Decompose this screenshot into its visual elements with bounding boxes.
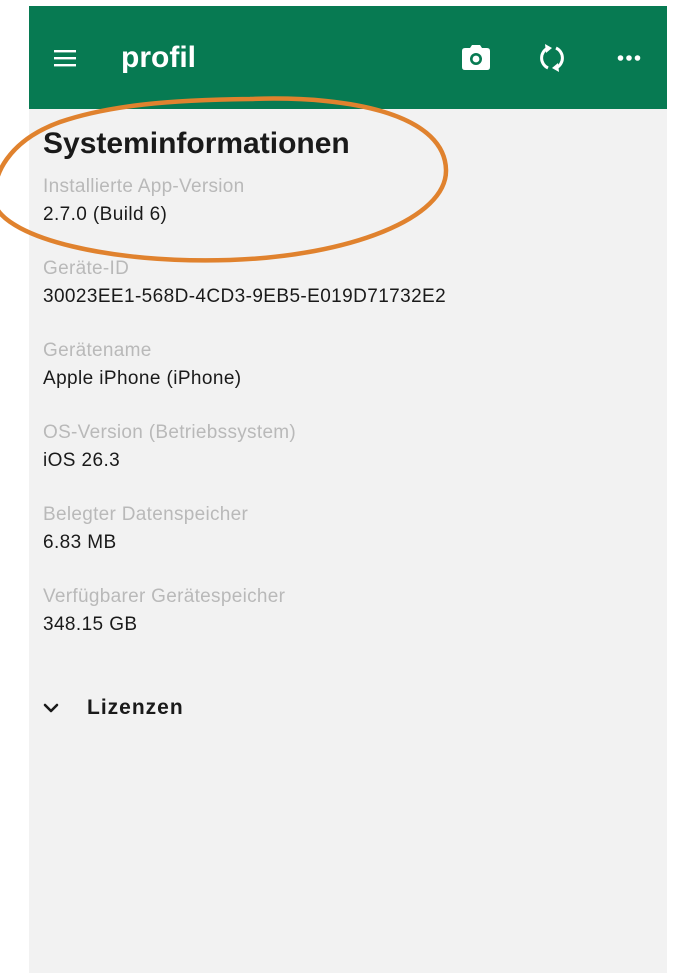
sync-button[interactable]: [530, 36, 574, 80]
page-title: profil: [121, 41, 196, 74]
info-item-device-name: Gerätename Apple iPhone (iPhone): [43, 338, 653, 394]
info-label: Installierte App-Version: [43, 176, 245, 197]
info-value: Apple iPhone (iPhone): [43, 368, 242, 389]
app-screen: profil Systeminformationen Installierte …: [29, 6, 667, 973]
camera-button[interactable]: [454, 36, 498, 80]
app-bar: profil: [29, 6, 667, 109]
info-item-used-storage: Belegter Datenspeicher 6.83 MB: [43, 502, 653, 558]
info-label: Gerätename: [43, 340, 152, 361]
info-item-os-version: OS-Version (Betriebssystem) iOS 26.3: [43, 420, 653, 476]
info-label: Verfügbarer Gerätespeicher: [43, 586, 286, 607]
camera-icon: [462, 45, 490, 70]
info-value: 348.15 GB: [43, 614, 138, 635]
info-value: 30023EE1-568D-4CD3-9EB5-E019D71732E2: [43, 286, 447, 307]
menu-icon: [54, 50, 76, 67]
menu-button[interactable]: [49, 40, 81, 76]
licenses-label: Lizenzen: [87, 696, 184, 719]
chevron-down-icon: [43, 703, 59, 713]
info-value: iOS 26.3: [43, 450, 121, 471]
info-label: Belegter Datenspeicher: [43, 504, 249, 525]
info-value: 2.7.0 (Build 6): [43, 204, 168, 225]
more-button[interactable]: [607, 36, 651, 80]
info-label: Geräte-ID: [43, 258, 130, 279]
system-info-section: Systeminformationen Installierte App-Ver…: [43, 124, 653, 666]
licenses-expander[interactable]: Lizenzen: [43, 696, 184, 720]
section-title: Systeminformationen: [43, 127, 350, 160]
info-item-device-id: Geräte-ID 30023EE1-568D-4CD3-9EB5-E019D7…: [43, 256, 653, 312]
info-item-app-version: Installierte App-Version 2.7.0 (Build 6): [43, 174, 653, 230]
info-item-free-storage: Verfügbarer Gerätespeicher 348.15 GB: [43, 584, 653, 640]
info-value: 6.83 MB: [43, 532, 117, 553]
sync-icon: [540, 44, 564, 72]
more-icon: [617, 55, 641, 61]
info-label: OS-Version (Betriebssystem): [43, 422, 297, 443]
